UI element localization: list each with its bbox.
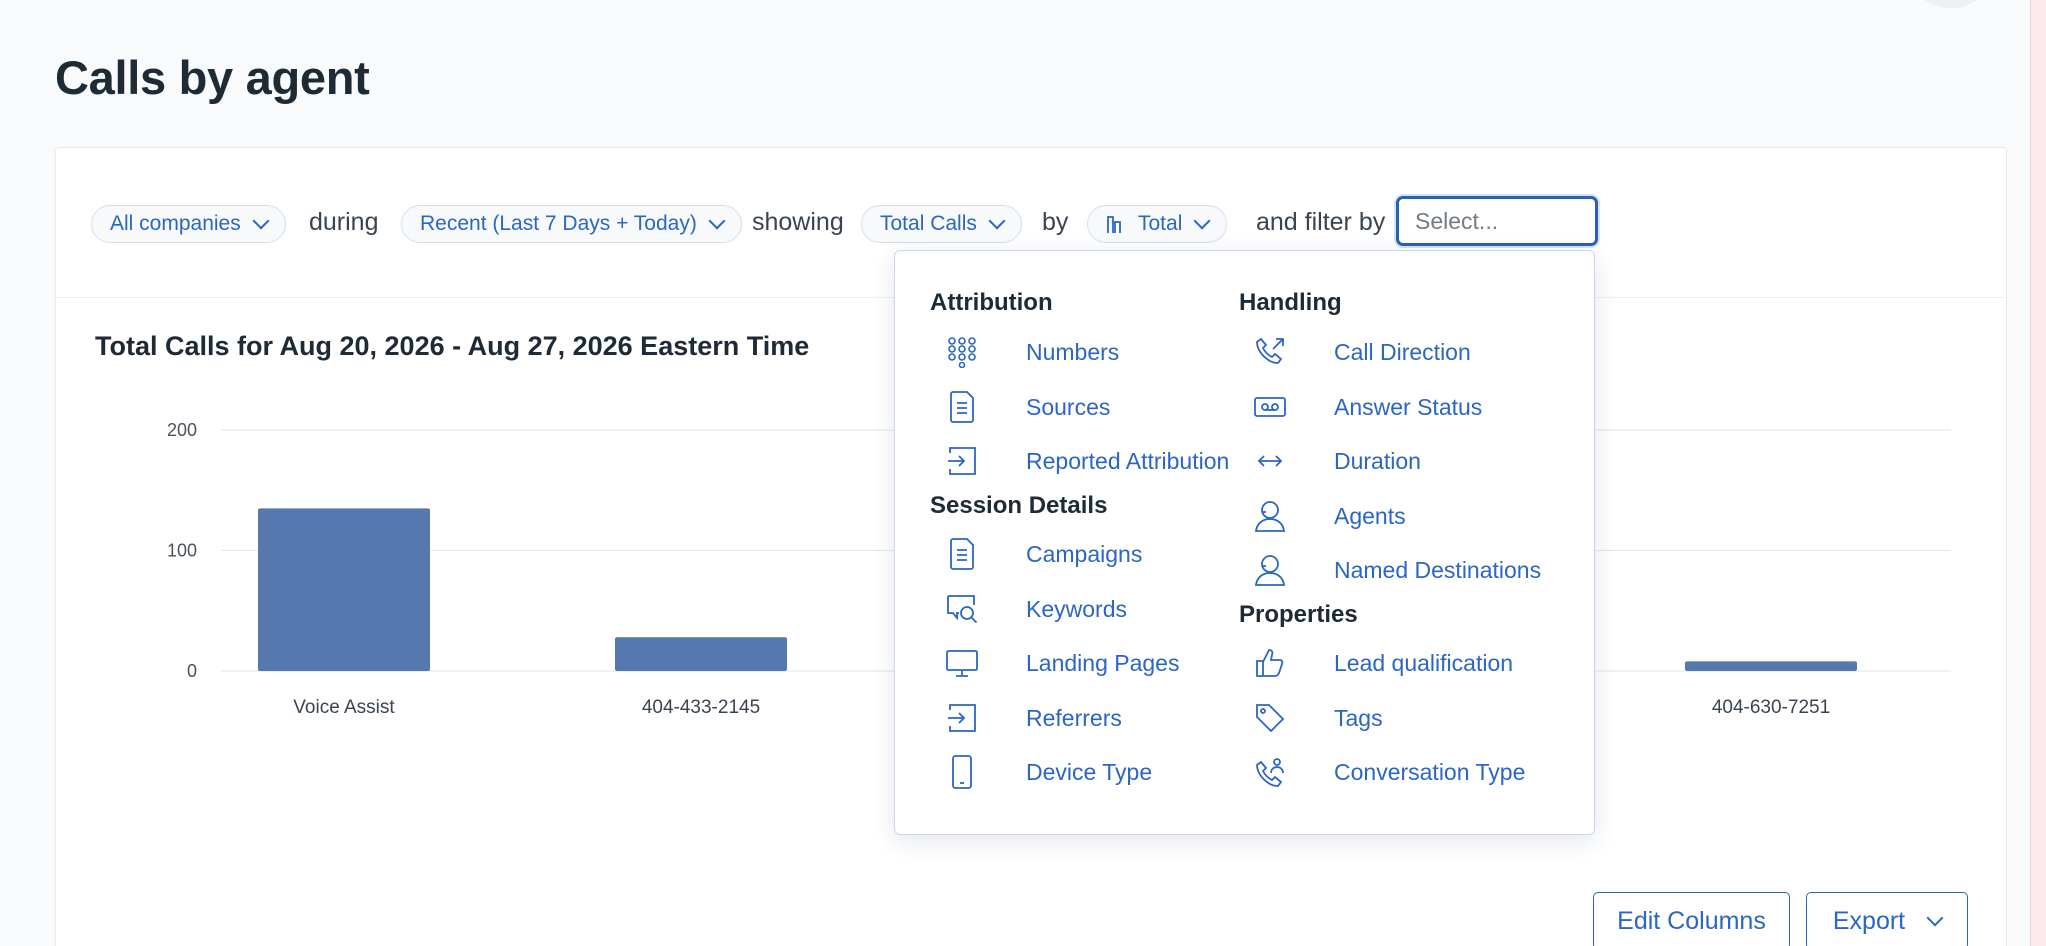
group-selector[interactable]: Total [1087,205,1228,243]
phone-person-icon [1253,755,1287,789]
company-selector-label: All companies [110,212,241,235]
export-label: Export [1832,906,1906,935]
page-title: Calls by agent [55,51,370,104]
chevron-down-icon [708,212,726,229]
avatar-corner [1916,0,1986,8]
menu-item-label: Referrers [1026,704,1122,731]
date-range-selector[interactable]: Recent (Last 7 Days + Today) [401,205,742,243]
bar[interactable] [1685,661,1857,671]
agent-user-icon [1253,499,1287,533]
section-properties: Properties [1239,601,1358,628]
bar-chart-icon [1107,216,1121,233]
menu-item-label: Reported Attribution [1026,447,1230,474]
search-chat-icon [945,592,979,626]
company-selector[interactable]: All companies [91,205,286,243]
menu-item-call-direction[interactable]: Call Direction [1253,332,1471,372]
chevron-down-icon [1193,212,1211,229]
export-button[interactable]: Export [1806,892,1968,946]
voicemail-icon [1253,390,1287,424]
menu-item-device-type[interactable]: Device Type [945,752,1152,792]
menu-item-label: Conversation Type [1334,758,1526,785]
menu-item-label: Call Direction [1334,338,1471,365]
double-arrow-icon [1253,444,1287,478]
chevron-down-icon [252,212,270,229]
chevron-down-icon [988,212,1006,229]
chart-title: Total Calls for Aug 20, 2026 - Aug 27, 2… [95,331,810,361]
menu-item-campaigns[interactable]: Campaigns [945,534,1142,574]
document-icon [945,390,979,424]
edit-columns-button[interactable]: Edit Columns [1593,892,1790,946]
menu-item-label: Device Type [1026,758,1153,785]
menu-item-label: Campaigns [1026,540,1143,567]
by-text: by [1042,208,1069,236]
filter-by-text: and filter by [1256,208,1386,236]
y-tick-label: 100 [167,541,197,561]
menu-item-label: Tags [1334,704,1383,731]
menu-item-label: Named Destinations [1334,556,1542,583]
filter-dropdown-menu: Attribution Numbers Sources Reported Att… [894,250,1595,835]
date-range-label: Recent (Last 7 Days + Today) [420,212,697,235]
thumbs-up-icon [1253,646,1287,680]
menu-item-conversation-type[interactable]: Conversation Type [1253,752,1525,792]
edit-columns-label: Edit Columns [1617,906,1766,935]
filter-select-input[interactable] [1399,199,1595,243]
menu-item-answer-status[interactable]: Answer Status [1253,387,1482,427]
during-text: during [309,208,379,236]
bar[interactable] [615,637,787,671]
menu-item-label: Lead qualification [1334,649,1514,676]
bar[interactable] [258,508,430,671]
menu-item-lead-qualification[interactable]: Lead qualification [1253,643,1513,683]
numbers-grid-icon [945,335,979,369]
mobile-phone-icon [945,755,979,789]
document-icon [945,537,979,571]
chevron-down-icon [1926,909,1944,926]
sign-in-arrow-icon [945,701,979,735]
filter-select[interactable] [1396,196,1598,246]
menu-item-label: Landing Pages [1026,649,1180,676]
showing-text: showing [752,208,844,236]
menu-item-tags[interactable]: Tags [1253,698,1383,738]
monitor-icon [945,646,979,680]
sign-in-arrow-icon [945,444,979,478]
metric-selector[interactable]: Total Calls [861,205,1022,243]
menu-item-named-destinations[interactable]: Named Destinations [1253,550,1541,590]
menu-item-landing-pages[interactable]: Landing Pages [945,643,1179,683]
menu-item-label: Agents [1334,502,1406,529]
section-attribution: Attribution [930,289,1053,316]
menu-item-keywords[interactable]: Keywords [945,589,1127,629]
menu-item-numbers[interactable]: Numbers [945,332,1119,372]
y-tick-label: 200 [167,420,197,440]
agent-user-icon [1253,553,1287,587]
section-handling: Handling [1239,289,1342,316]
menu-item-label: Answer Status [1334,393,1483,420]
menu-item-duration[interactable]: Duration [1253,441,1421,481]
tag-icon [1253,701,1287,735]
menu-item-agents[interactable]: Agents [1253,496,1406,536]
x-tick-label: 404-630-7251 [1712,697,1830,718]
menu-item-label: Keywords [1026,595,1127,622]
menu-item-label: Numbers [1026,338,1120,365]
group-label: Total [1138,212,1183,235]
x-tick-label: Voice Assist [293,697,395,718]
x-tick-label: 404-433-2145 [642,697,760,718]
menu-item-referrers[interactable]: Referrers [945,698,1122,738]
menu-item-label: Duration [1334,447,1421,474]
metric-label: Total Calls [880,212,977,235]
phone-outgoing-icon [1253,335,1287,369]
menu-item-sources[interactable]: Sources [945,387,1110,427]
section-session-details: Session Details [930,492,1108,519]
y-tick-label: 0 [187,661,197,681]
menu-item-reported-attribution[interactable]: Reported Attribution [945,441,1229,481]
menu-item-label: Sources [1026,393,1111,420]
right-edge-strip [2030,0,2046,946]
